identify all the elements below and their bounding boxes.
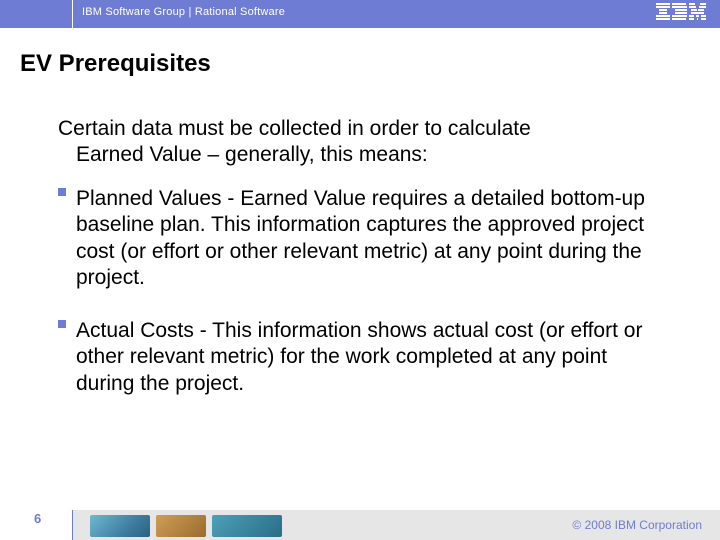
header-text: IBM Software Group | Rational Software	[82, 6, 285, 18]
bullet-text: Actual Costs - This information shows ac…	[76, 318, 660, 397]
intro-text: Certain data must be collected in order …	[58, 116, 660, 169]
footer-chip-icon	[156, 515, 206, 537]
slide: IBM Software Group | Rational Software E…	[0, 0, 720, 540]
footer-chip-icon	[90, 515, 150, 537]
square-bullet-icon	[58, 188, 66, 196]
intro-line-1: Certain data must be collected in order …	[58, 117, 531, 140]
bullet-text: Planned Values - Earned Value requires a…	[76, 186, 660, 291]
footer-art-icon	[90, 513, 290, 537]
bullet-item: Planned Values - Earned Value requires a…	[58, 186, 660, 291]
page-number: 6	[34, 511, 41, 526]
bullet-item: Actual Costs - This information shows ac…	[58, 318, 660, 397]
header-divider	[72, 0, 73, 28]
slide-title: EV Prerequisites	[20, 50, 211, 78]
ibm-logo-icon	[656, 3, 706, 23]
footer-divider	[72, 510, 73, 540]
copyright-text: © 2008 IBM Corporation	[572, 518, 702, 532]
footer-chip-icon	[212, 515, 282, 537]
intro-line-2: Earned Value – generally, this means:	[58, 142, 660, 168]
square-bullet-icon	[58, 320, 66, 328]
